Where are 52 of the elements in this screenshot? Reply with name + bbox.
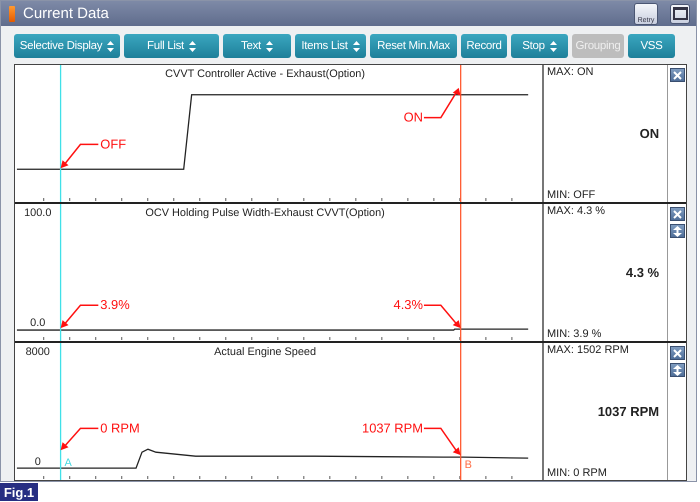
chart-title: CVVT Controller Active - Exhaust(Option) [165,68,365,80]
toolbar-button[interactable]: VSS [628,34,675,58]
updown-icon [266,40,273,52]
close-button[interactable] [670,346,685,360]
updown-icon [550,40,557,52]
current-value: 4.3 % [626,265,660,280]
axis-max-label: 100.0 [24,206,52,219]
window-title: Current Data [23,5,110,22]
cursor-label: B [464,459,472,472]
toolbar-button[interactable]: Selective Display [14,34,120,58]
annotation-arrow [60,144,98,168]
annotation-label: OFF [100,136,126,152]
min-reading: MIN: OFF [547,189,596,201]
resize-button[interactable] [670,224,685,238]
toolbar-button[interactable]: Reset Min.Max [370,34,457,58]
window-icon [9,6,15,22]
updown-icon [107,40,114,52]
maximize-button[interactable] [670,4,690,24]
min-reading: MIN: 3.9 % [547,328,602,340]
updown-icon [188,40,196,52]
toolbar-button[interactable]: Record [461,34,507,58]
axis-min-label: 0 [34,456,41,468]
toolbar-button[interactable]: Full List [124,34,219,58]
annotation-label: ON [404,110,423,125]
toolbar-button[interactable]: Stop [511,34,568,58]
close-button[interactable] [670,207,685,221]
toolbar-button[interactable]: Items List [295,34,366,58]
annotation-arrow [424,88,461,118]
annotation-arrow [60,304,98,328]
max-reading: MAX: 1502 RPM [547,344,630,356]
axis-min-label: 0.0 [30,317,46,330]
max-reading: MAX: 4.3 % [547,205,606,217]
axis-max-label: 8000 [26,346,50,358]
annotation-arrow [60,428,98,450]
annotation-arrow [424,428,461,456]
min-reading: MIN: 0 RPM [547,467,608,479]
toolbar-button[interactable]: Text [223,34,291,58]
chart-title: Actual Engine Speed [214,346,316,358]
annotation-label: 0 RPM [100,420,140,436]
annotation-label: 1037 RPM [362,420,423,436]
annotation-label: 4.3% [394,297,423,312]
updown-icon [352,40,360,52]
current-value: ON [640,126,660,141]
chart-title: OCV Holding Pulse Width-Exhaust CVVT(Option) [145,206,385,219]
close-button[interactable] [670,68,685,82]
max-reading: MAX: ON [547,66,594,78]
annotation-arrow [424,304,461,328]
figure-label: Fig.1 [0,483,38,501]
cursor-label: A [64,457,72,470]
current-value: 1037 RPM [598,404,660,419]
annotation-label: 3.9% [100,297,130,312]
resize-button[interactable] [670,363,685,377]
